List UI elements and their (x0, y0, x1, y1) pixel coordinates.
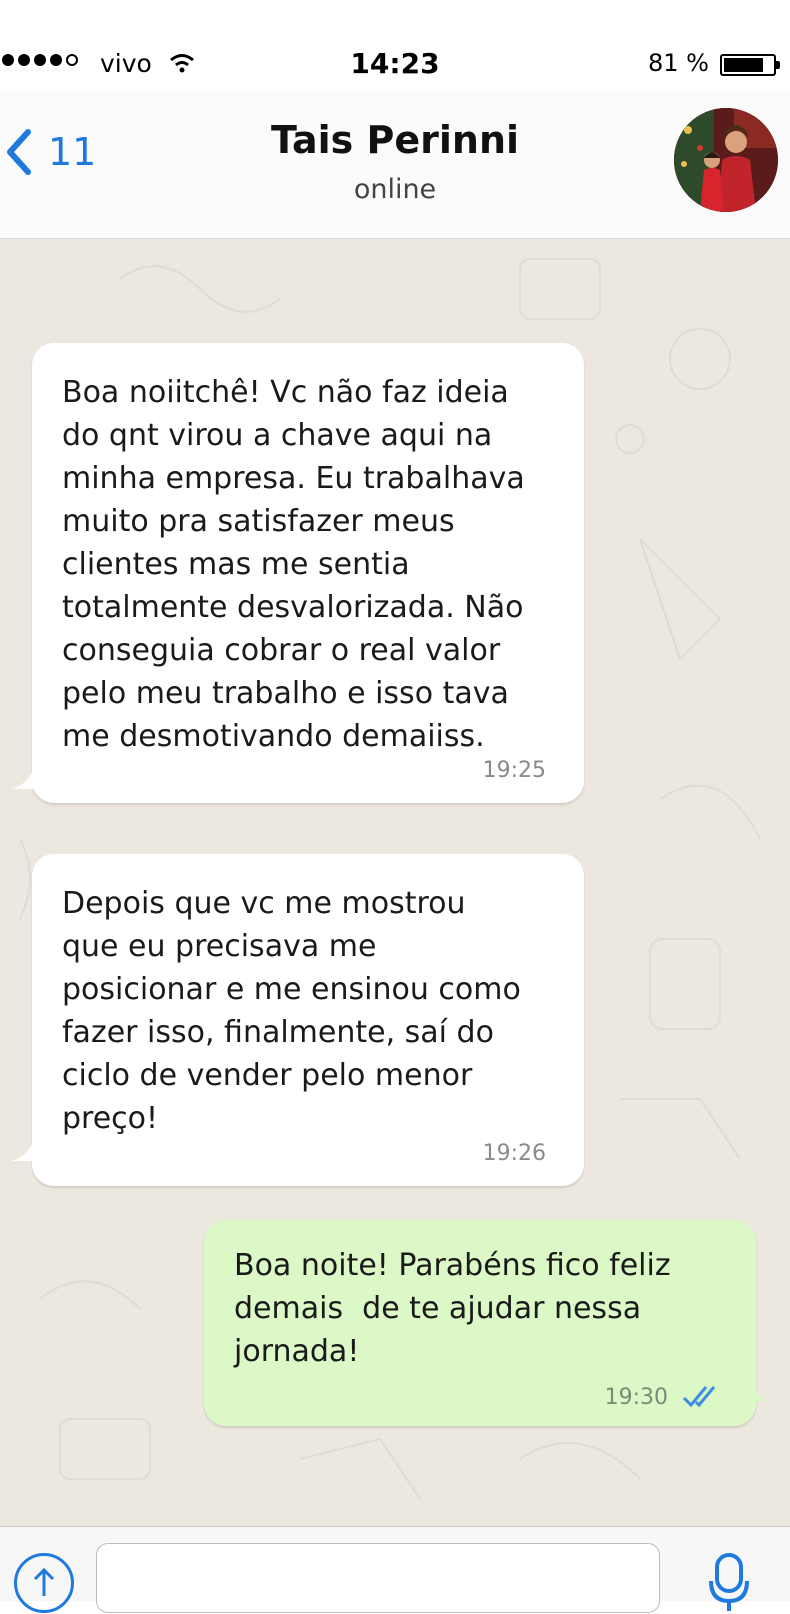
contact-name[interactable]: Tais Perinni (0, 118, 790, 162)
message-text: Boa noite! Parabéns fico feliz demais de… (234, 1248, 671, 1369)
chat-area[interactable]: Boa noiitchê! Vc não faz ideia do qnt vi… (0, 239, 790, 1526)
double-check-icon (682, 1386, 716, 1408)
status-bar: vivo 14:23 81 % (0, 40, 790, 90)
message-bubble-outgoing[interactable]: Boa noite! Parabéns fico feliz demais de… (204, 1220, 756, 1426)
message-bubble-incoming[interactable]: Depois que vc me mostrou que eu precisav… (32, 854, 584, 1186)
message-input-bar (0, 1526, 790, 1613)
contact-status: online (353, 174, 437, 205)
upload-icon (33, 1567, 55, 1596)
microphone-icon[interactable] (708, 1551, 750, 1611)
message-text: Boa noiitchê! Vc não faz ideia do qnt vi… (62, 375, 525, 754)
upload-button[interactable] (14, 1553, 74, 1613)
message-time: 19:30 (604, 1385, 668, 1410)
contact-avatar[interactable] (674, 108, 778, 212)
message-time: 19:26 (482, 1141, 546, 1166)
battery-icon (720, 54, 780, 76)
chat-header: 11 Tais Perinni online (0, 90, 790, 239)
message-input[interactable] (96, 1543, 660, 1613)
message-bubble-incoming[interactable]: Boa noiitchê! Vc não faz ideia do qnt vi… (32, 343, 584, 803)
message-time: 19:25 (482, 758, 546, 783)
message-text: Depois que vc me mostrou que eu precisav… (62, 886, 521, 1136)
bubble-tail (12, 1131, 42, 1161)
bubble-tail (12, 759, 42, 789)
bubble-tail (740, 1371, 770, 1401)
battery-percentage: 81 % (648, 49, 709, 77)
